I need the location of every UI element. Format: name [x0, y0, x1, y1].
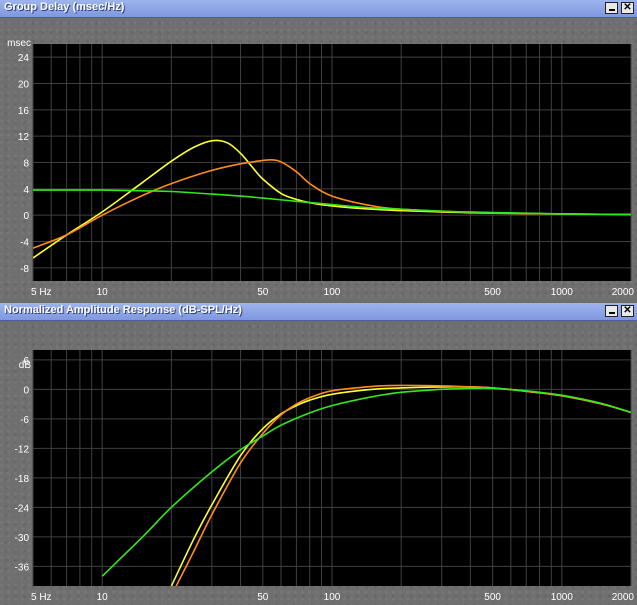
y-tick-label: 0 — [23, 385, 29, 396]
close-icon: ✕ — [623, 2, 632, 13]
x-tick-label: 10 — [97, 592, 109, 603]
x-tick-label: 1000 — [551, 287, 574, 298]
y-tick-label: -24 — [15, 503, 30, 514]
y-tick-label: 8 — [23, 159, 29, 170]
panel-title: Normalized Amplitude Response (dB-SPL/Hz… — [4, 304, 242, 316]
y-tick-label: 0 — [23, 211, 29, 222]
x-tick-label: 500 — [484, 592, 501, 603]
y-tick-label: 20 — [18, 80, 30, 91]
x-tick-label: 2000 — [612, 592, 635, 603]
minimize-icon — [608, 9, 615, 11]
x-tick-label: 2000 — [612, 287, 635, 298]
y-tick-label: 4 — [23, 185, 29, 196]
x-tick-label: 100 — [324, 592, 341, 603]
group-delay-chart: -8 -4 0 4 8 12 16 20 24 msec 5 Hz 10 50 100 500 1000 200… — [7, 38, 635, 298]
y-tick-label: -18 — [15, 474, 30, 485]
amplitude-response-chart: -36-30-24-18-12-606dB5 Hz 10 50 100 500 1000 2… — [15, 350, 635, 603]
x-tick-label: 50 — [257, 287, 269, 298]
amplitude-response-panel: Normalized Amplitude Response (dB-SPL/Hz… — [0, 303, 637, 605]
close-button[interactable]: ✕ — [621, 305, 634, 317]
y-tick-label: 24 — [18, 53, 30, 64]
y-tick-label: -12 — [15, 444, 30, 455]
x-tick-label: 5 Hz — [31, 592, 52, 603]
x-tick-label: 5 Hz — [31, 287, 52, 298]
group-delay-titlebar[interactable]: Group Delay (msec/Hz) ✕ — [0, 0, 637, 18]
x-tick-label: 500 — [484, 287, 501, 298]
close-icon: ✕ — [623, 305, 632, 316]
y-tick-label: -36 — [15, 562, 30, 573]
minimize-icon — [608, 312, 615, 314]
amplitude-titlebar[interactable]: Normalized Amplitude Response (dB-SPL/Hz… — [0, 303, 637, 321]
y-tick-label: -30 — [15, 533, 30, 544]
y-tick-label: 12 — [18, 132, 30, 143]
y-tick-label: 16 — [18, 106, 30, 117]
x-tick-label: 1000 — [551, 592, 574, 603]
x-tick-label: 50 — [257, 592, 269, 603]
x-tick-label: 100 — [324, 287, 341, 298]
y-tick-label: -8 — [20, 264, 29, 275]
minimize-button[interactable] — [605, 305, 618, 317]
minimize-button[interactable] — [605, 2, 618, 14]
y-tick-label: -6 — [20, 415, 29, 426]
group-delay-panel: Group Delay (msec/Hz) ✕ -8 -4 0 4 8 12 16 20 24 m… — [0, 0, 637, 301]
panel-title: Group Delay (msec/Hz) — [4, 1, 125, 13]
y-axis-label: dB — [19, 360, 32, 371]
x-tick-label: 10 — [97, 287, 109, 298]
close-button[interactable]: ✕ — [621, 2, 634, 14]
y-tick-label: -4 — [20, 238, 29, 249]
y-axis-label: msec — [7, 38, 31, 49]
